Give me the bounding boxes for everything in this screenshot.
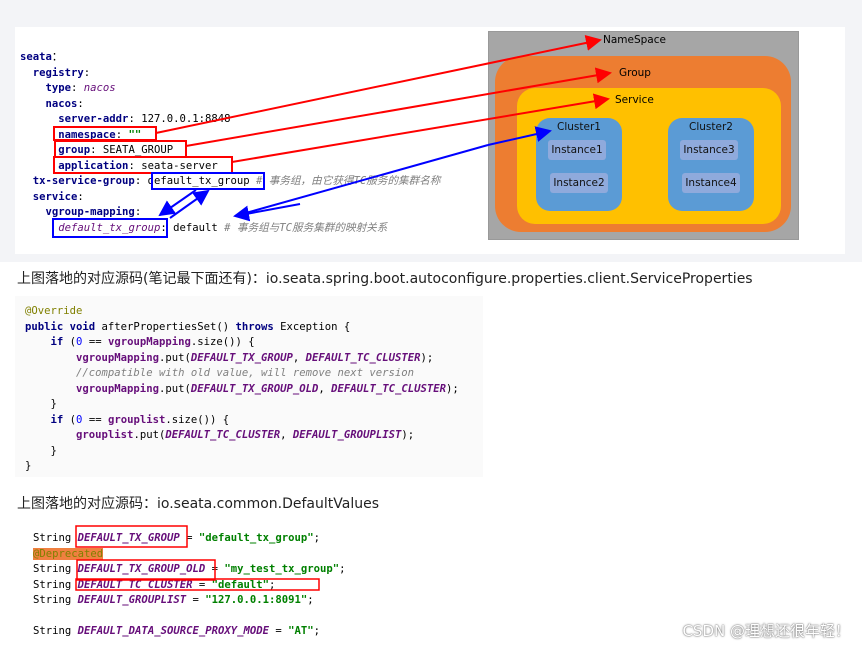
code-line: vgroupMapping.put(DEFAULT_TX_GROUP_OLD, … bbox=[25, 382, 459, 398]
code-token: if bbox=[50, 336, 70, 348]
code-line: public void afterPropertiesSet() throws … bbox=[25, 320, 459, 336]
code-token: } bbox=[25, 460, 32, 472]
code-token: if bbox=[50, 413, 70, 426]
code-token: vgroupMapping bbox=[76, 351, 159, 364]
code-token: .size()) { bbox=[190, 336, 255, 348]
code-line: vgroupMapping.put(DEFAULT_TX_GROUP, DEFA… bbox=[25, 351, 459, 367]
code-token: } bbox=[25, 444, 57, 457]
group-highlight bbox=[54, 140, 187, 158]
annotation-overlay bbox=[52, 35, 612, 238]
code-token: vgroupMapping bbox=[107, 336, 191, 348]
code-token: @Override bbox=[25, 305, 83, 317]
service-arrow bbox=[231, 93, 610, 163]
code-token: , bbox=[318, 382, 332, 395]
code-token: vgroupMapping bbox=[76, 382, 159, 395]
code-token: , bbox=[292, 351, 306, 364]
code-token: //compatible with old value, will remove… bbox=[76, 367, 415, 379]
code-token: == bbox=[82, 336, 108, 348]
code-token: grouplist bbox=[76, 429, 134, 441]
application-highlight bbox=[53, 156, 233, 174]
code-token: afterPropertiesSet() bbox=[101, 320, 236, 333]
code-token: , bbox=[280, 429, 293, 441]
code-token: .put( bbox=[158, 351, 191, 364]
code-token: public void bbox=[25, 320, 102, 333]
code-token: ); bbox=[420, 351, 434, 364]
service-properties-code-image: @Override public void afterPropertiesSet(… bbox=[15, 296, 483, 477]
code-line: if (0 == vgroupMapping.size()) { bbox=[25, 335, 459, 351]
default-values-highlights bbox=[75, 525, 320, 591]
source-note-1: 上图落地的对应源码(笔记最下面还有)：io.seata.spring.boot.… bbox=[17, 271, 753, 287]
mapping-key-highlight bbox=[52, 218, 168, 238]
tx-group-highlight bbox=[151, 172, 265, 190]
code-line: } bbox=[25, 459, 459, 475]
code-token: grouplist bbox=[107, 413, 166, 426]
code-token: DEFAULT_GROUPLIST bbox=[292, 429, 402, 441]
code-token: .size()) { bbox=[165, 413, 230, 426]
default-values-code-image: String DEFAULT_TX_GROUP = "default_tx_gr… bbox=[15, 520, 472, 645]
watermark: CSDN @理想还很年轻！ bbox=[682, 622, 850, 640]
code-token: == bbox=[82, 413, 108, 426]
code-token: ); bbox=[401, 429, 415, 441]
code-line: @Override bbox=[25, 304, 459, 320]
code-token: .put( bbox=[133, 429, 166, 441]
code-token: DEFAULT_TC_CLUSTER bbox=[305, 351, 421, 364]
code-line: if (0 == grouplist.size()) { bbox=[25, 413, 459, 429]
code-token: DEFAULT_TC_CLUSTER bbox=[165, 429, 281, 441]
cluster-arrow-head bbox=[233, 203, 301, 222]
code-token: DEFAULT_TC_CLUSTER bbox=[331, 382, 446, 395]
java-code-1: @Override public void afterPropertiesSet(… bbox=[25, 304, 459, 475]
code-line: grouplist.put(DEFAULT_TC_CLUSTER, DEFAUL… bbox=[25, 428, 459, 444]
code-token: Exception { bbox=[280, 320, 351, 333]
code-line: } bbox=[25, 397, 459, 413]
code-token: DEFAULT_TX_GROUP_OLD bbox=[190, 382, 319, 395]
code-token: .put( bbox=[158, 382, 191, 395]
cluster-arrow bbox=[487, 126, 552, 146]
namespace-highlight bbox=[53, 126, 157, 141]
code-line: } bbox=[25, 444, 459, 460]
code-line: //compatible with old value, will remove… bbox=[25, 366, 459, 382]
code-token: throws bbox=[235, 320, 281, 333]
code-token: } bbox=[25, 398, 57, 410]
source-note-2: 上图落地的对应源码：io.seata.common.DefaultValues bbox=[17, 496, 379, 512]
code-token: ); bbox=[445, 382, 459, 395]
code-token: DEFAULT_TX_GROUP bbox=[190, 351, 293, 364]
